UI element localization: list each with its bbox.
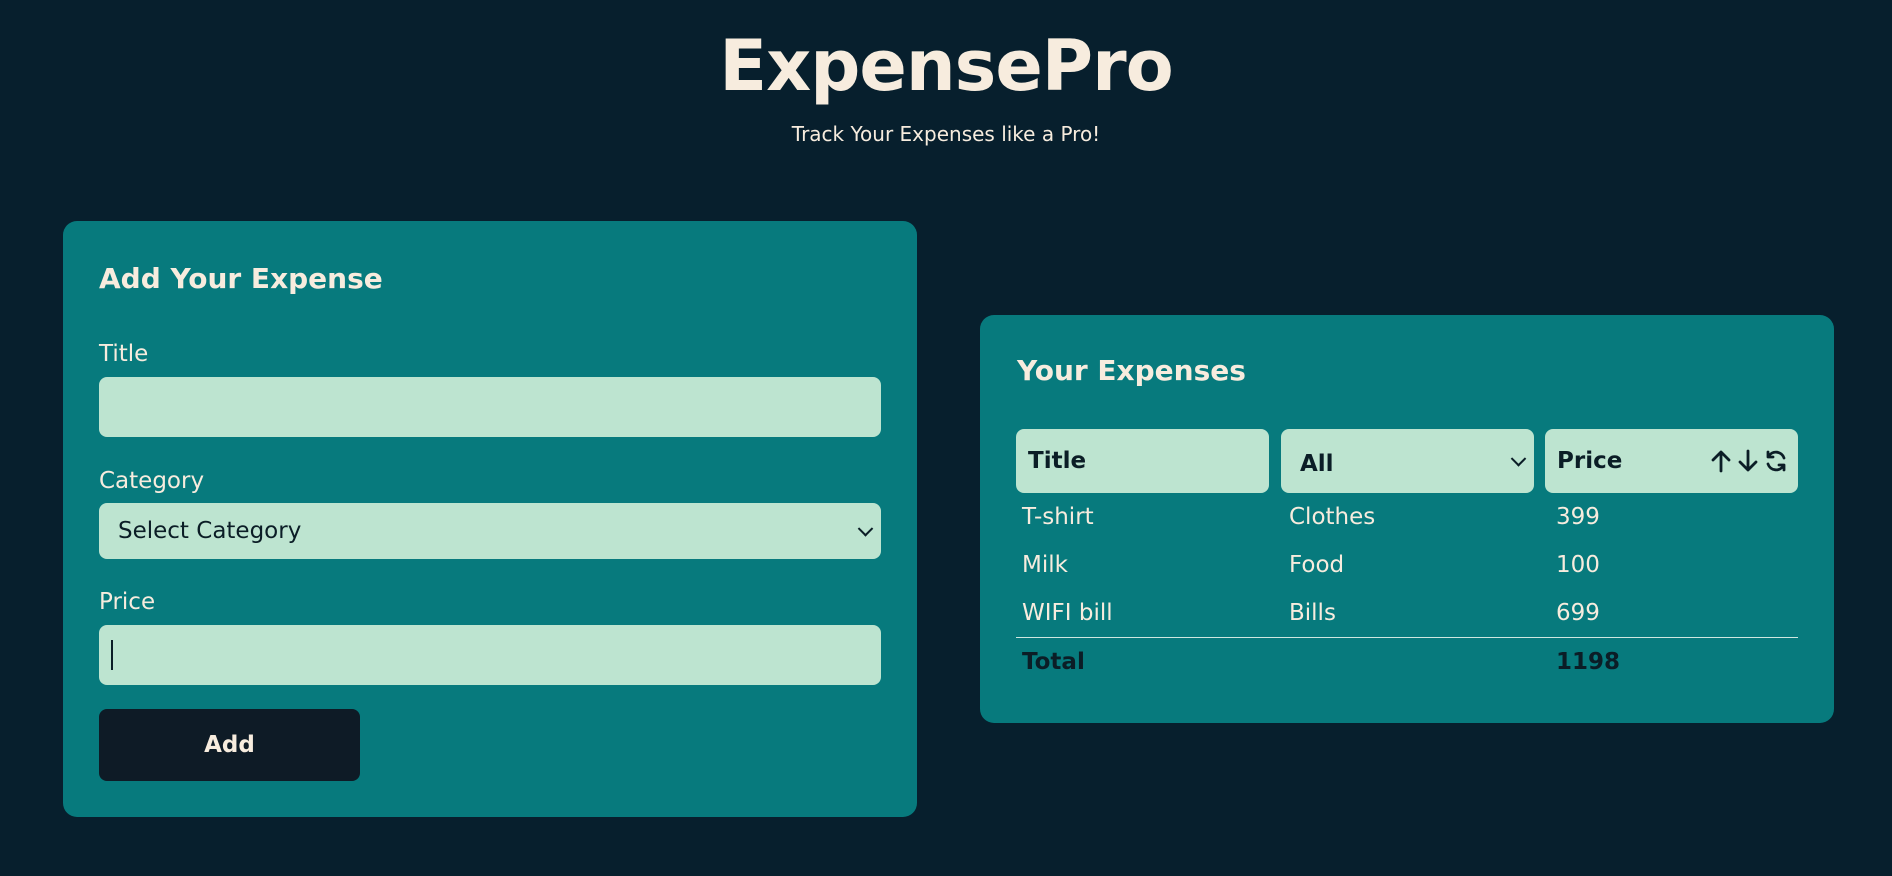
price-label: Price <box>99 589 156 615</box>
expenses-heading: Your Expenses <box>1017 354 1246 387</box>
add-expense-heading: Add Your Expense <box>99 262 383 295</box>
sort-controls <box>1710 446 1788 476</box>
title-input[interactable] <box>99 377 881 437</box>
total-row: Total 1198 <box>1016 638 1798 686</box>
arrow-up-icon[interactable] <box>1710 449 1732 473</box>
expense-title: WIFI bill <box>1022 600 1113 626</box>
expense-title: Milk <box>1022 552 1068 578</box>
price-input[interactable] <box>99 625 881 685</box>
expense-category: Food <box>1289 552 1345 578</box>
app-subtitle: Track Your Expenses like a Pro! <box>791 122 1101 146</box>
category-filter-select[interactable]: All <box>1281 429 1534 493</box>
table-row: WIFI bill Bills 699 <box>1016 589 1798 637</box>
add-button[interactable]: Add <box>99 709 360 781</box>
total-label: Total <box>1022 649 1085 675</box>
add-expense-form: Add Your Expense Title Category Select C… <box>63 221 917 817</box>
expense-price: 100 <box>1556 552 1600 578</box>
refresh-icon[interactable] <box>1764 449 1788 473</box>
expense-category: Clothes <box>1289 504 1376 530</box>
category-label: Category <box>99 468 205 494</box>
chevron-down-icon <box>1510 451 1527 467</box>
expense-title: T-shirt <box>1022 504 1094 530</box>
category-filter-value: All <box>1300 451 1334 477</box>
expenses-list: Your Expenses Title All Price T-shirt Cl… <box>980 315 1834 723</box>
app-title: ExpensePro <box>719 25 1173 107</box>
arrow-down-icon[interactable] <box>1737 449 1759 473</box>
expense-price: 699 <box>1556 600 1600 626</box>
price-column-label: Price <box>1557 448 1623 474</box>
expense-price: 399 <box>1556 504 1600 530</box>
expense-category: Bills <box>1289 600 1336 626</box>
total-value: 1198 <box>1556 649 1621 675</box>
table-row: T-shirt Clothes 399 <box>1016 493 1798 541</box>
price-column-header: Price <box>1545 429 1798 493</box>
category-select[interactable]: Select Category <box>99 503 881 559</box>
title-column-label: Title <box>1028 448 1087 474</box>
chevron-down-icon <box>857 521 874 537</box>
table-row: Milk Food 100 <box>1016 541 1798 589</box>
title-column-header: Title <box>1016 429 1269 493</box>
category-select-value: Select Category <box>118 518 302 544</box>
title-label: Title <box>99 341 149 367</box>
text-cursor <box>111 640 113 670</box>
